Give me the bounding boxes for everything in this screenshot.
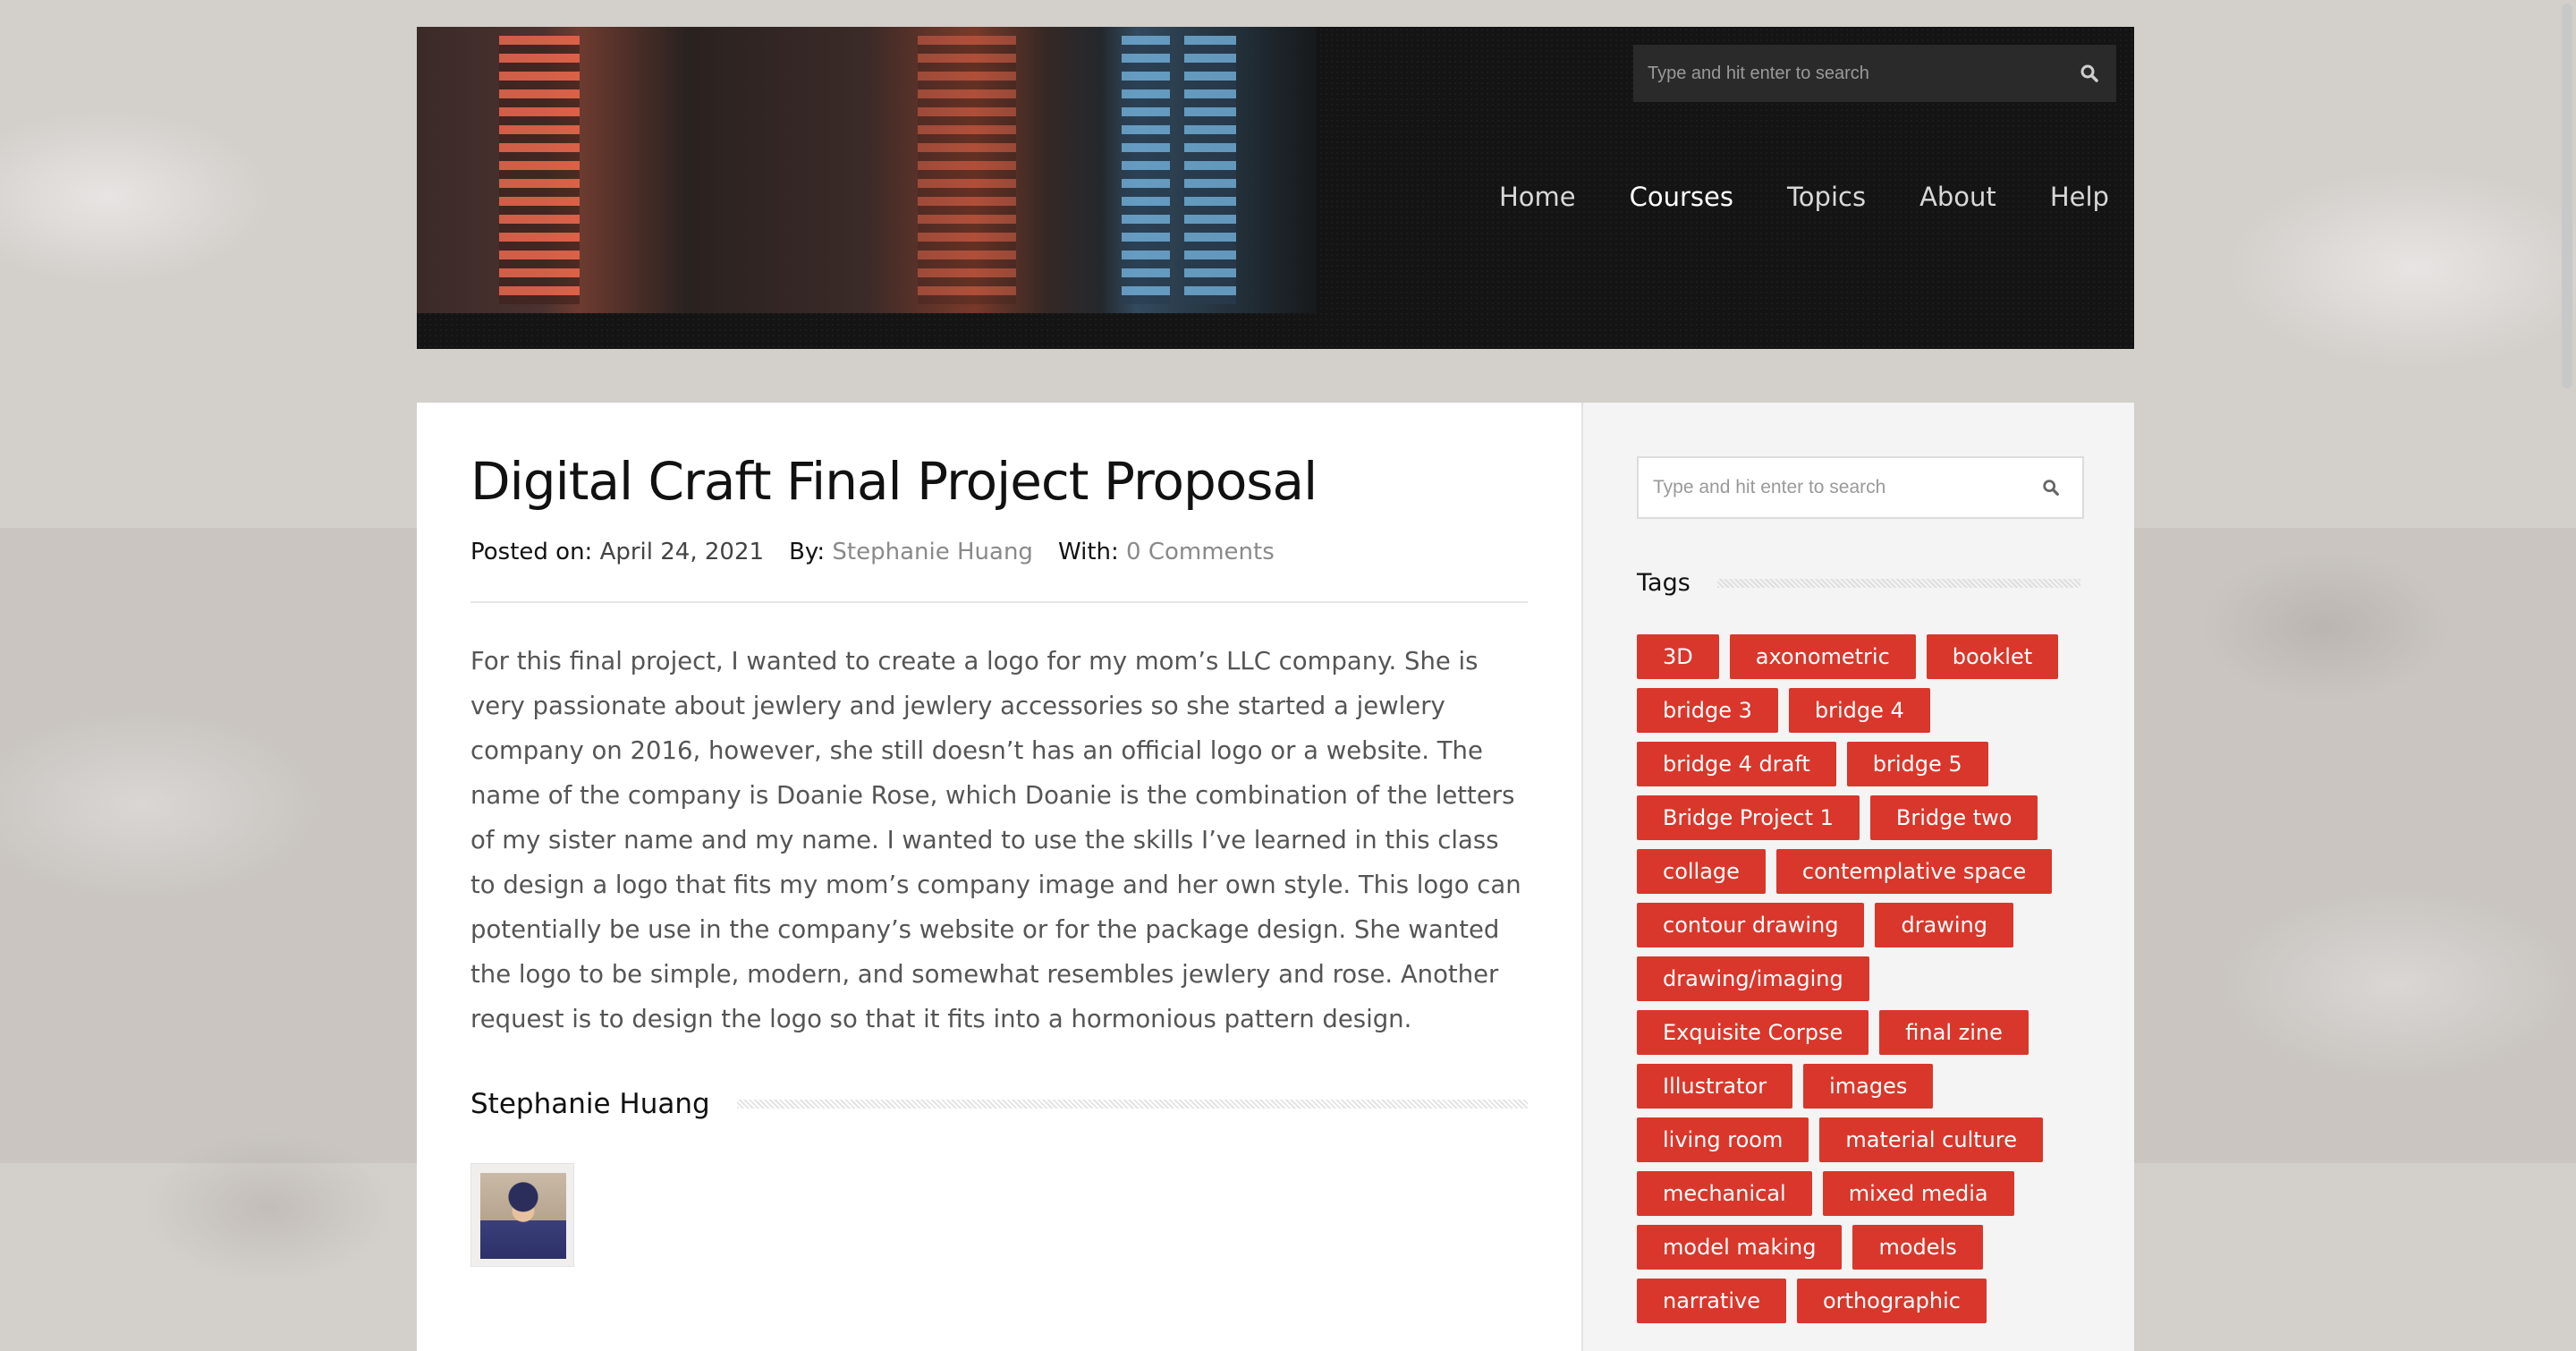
tag-link[interactable]: contemplative space (1775, 849, 2053, 894)
tag-link[interactable]: Exquisite Corpse (1637, 1010, 1869, 1055)
nav-courses[interactable]: Courses (1630, 182, 1733, 212)
banner-shutter (918, 36, 1016, 304)
tag-link[interactable]: mixed media (1822, 1171, 2014, 1216)
author-box-name: Stephanie Huang (470, 1088, 710, 1120)
post-by: By: Stephanie Huang (789, 539, 1033, 565)
site-header: Home Courses Topics About Help (417, 27, 2134, 349)
tag-link[interactable]: model making (1637, 1225, 1843, 1270)
posted-on: Posted on: April 24, 2021 (470, 539, 764, 565)
posted-label: Posted on: (470, 539, 593, 565)
nav-home[interactable]: Home (1499, 182, 1576, 212)
search-icon[interactable] (2041, 478, 2063, 499)
sidebar-search-box (1637, 456, 2084, 519)
post-meta: Posted on: April 24, 2021 By: Stephanie … (470, 539, 1528, 603)
tag-link[interactable]: Illustrator (1637, 1064, 1793, 1109)
tag-link[interactable]: final zine (1879, 1010, 2029, 1055)
tag-link[interactable]: axonometric (1729, 634, 1916, 679)
tag-link[interactable]: material culture (1819, 1117, 2043, 1162)
posted-date: April 24, 2021 (599, 539, 765, 565)
tag-link[interactable]: bridge 5 (1846, 742, 1988, 786)
by-label: By: (789, 539, 826, 565)
tags-header: Tags (1637, 569, 2080, 597)
author-box-header: Stephanie Huang (470, 1088, 1528, 1120)
tag-link[interactable]: images (1803, 1064, 1934, 1109)
main-nav: Home Courses Topics About Help (1499, 170, 2109, 224)
tag-cloud: 3D axonometric booklet bridge 3 bridge 4 brid… (1637, 634, 2093, 1323)
tag-link[interactable]: mechanical (1637, 1171, 1812, 1216)
sidebar-search-input[interactable] (1651, 476, 2029, 499)
tag-link[interactable]: 3D (1637, 634, 1719, 679)
comments-link[interactable]: 0 Comments (1126, 539, 1275, 565)
banner-shutter (1184, 36, 1236, 304)
tag-link[interactable]: narrative (1637, 1279, 1786, 1323)
divider (736, 1100, 1528, 1109)
author-link[interactable]: Stephanie Huang (832, 539, 1033, 565)
nav-about[interactable]: About (1919, 182, 1996, 212)
post-title: Digital Craft Final Project Proposal (470, 451, 1318, 512)
search-icon[interactable] (2079, 63, 2100, 84)
divider (1716, 578, 2080, 588)
banner-shutter (499, 36, 580, 304)
header-search-input[interactable] (1646, 62, 2063, 85)
tag-link[interactable]: drawing/imaging (1637, 956, 1869, 1001)
tag-link[interactable]: booklet (1926, 634, 2059, 679)
banner-shutter (1122, 36, 1170, 304)
post-with: With: 0 Comments (1058, 539, 1275, 565)
with-label: With: (1057, 539, 1119, 565)
tag-link[interactable]: collage (1637, 849, 1766, 894)
tags-title: Tags (1637, 569, 1690, 597)
nav-topics[interactable]: Topics (1787, 182, 1866, 212)
tag-link[interactable]: drawing (1875, 903, 2014, 947)
scrollbar-thumb[interactable] (2562, 4, 2572, 388)
nav-help[interactable]: Help (2050, 182, 2109, 212)
tag-link[interactable]: bridge 4 (1788, 688, 1930, 733)
tag-link[interactable]: bridge 4 draft (1637, 742, 1836, 786)
post-body: For this final project, I wanted to crea… (470, 647, 1521, 1033)
sidebar: Tags 3Daxonometricbookletbridge 3bridge … (1581, 403, 2134, 1351)
avatar-photo (480, 1173, 566, 1259)
post-content: Digital Craft Final Project Proposal Pos… (417, 403, 1581, 1351)
tag-link[interactable]: living room (1637, 1117, 1809, 1162)
tag-link[interactable]: Bridge Project 1 (1637, 795, 1860, 840)
tag-link[interactable]: orthographic (1796, 1279, 1987, 1323)
tag-link[interactable]: models (1852, 1225, 1983, 1270)
header-banner-image (417, 27, 1317, 313)
header-search-box (1633, 45, 2116, 102)
tag-link[interactable]: bridge 3 (1637, 688, 1778, 733)
tag-link[interactable]: Bridge two (1869, 795, 2038, 840)
tag-link[interactable]: contour drawing (1637, 903, 1865, 947)
avatar[interactable] (470, 1163, 574, 1267)
